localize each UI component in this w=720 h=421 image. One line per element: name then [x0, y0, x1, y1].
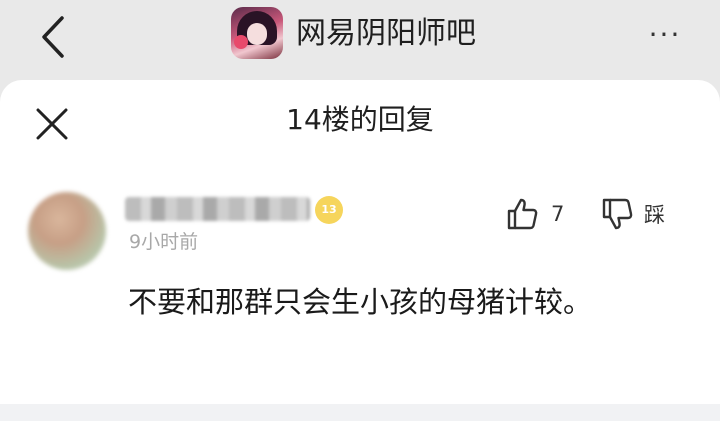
level-badge: 13	[315, 196, 343, 224]
forum-avatar[interactable]	[231, 7, 283, 59]
dislike-button[interactable]: 踩	[600, 196, 665, 232]
dislike-label: 踩	[644, 203, 665, 227]
comment-timestamp: 9小时前	[129, 231, 199, 253]
sheet-title: 14楼的回复	[286, 103, 434, 136]
top-bar: 网易阴阳师吧 ···	[0, 0, 720, 80]
like-button[interactable]: 7	[505, 196, 564, 232]
like-count: 7	[551, 202, 565, 226]
more-options-button[interactable]: ···	[640, 20, 690, 50]
thumbs-down-icon	[602, 198, 633, 230]
back-button[interactable]	[36, 14, 76, 60]
comment-text: 不要和那群只会生小孩的母猪计较。	[128, 285, 593, 319]
forum-name[interactable]: 网易阴阳师吧	[296, 14, 476, 54]
reply-sheet: 14楼的回复 13 9小时前 7 踩 不要和那群只会生小孩的母猪计较。	[0, 80, 720, 421]
user-avatar[interactable]	[28, 192, 106, 270]
username-redacted[interactable]	[125, 197, 310, 221]
divider	[0, 404, 720, 421]
chevron-left-icon	[42, 16, 64, 58]
thumbs-up-icon	[507, 198, 538, 230]
